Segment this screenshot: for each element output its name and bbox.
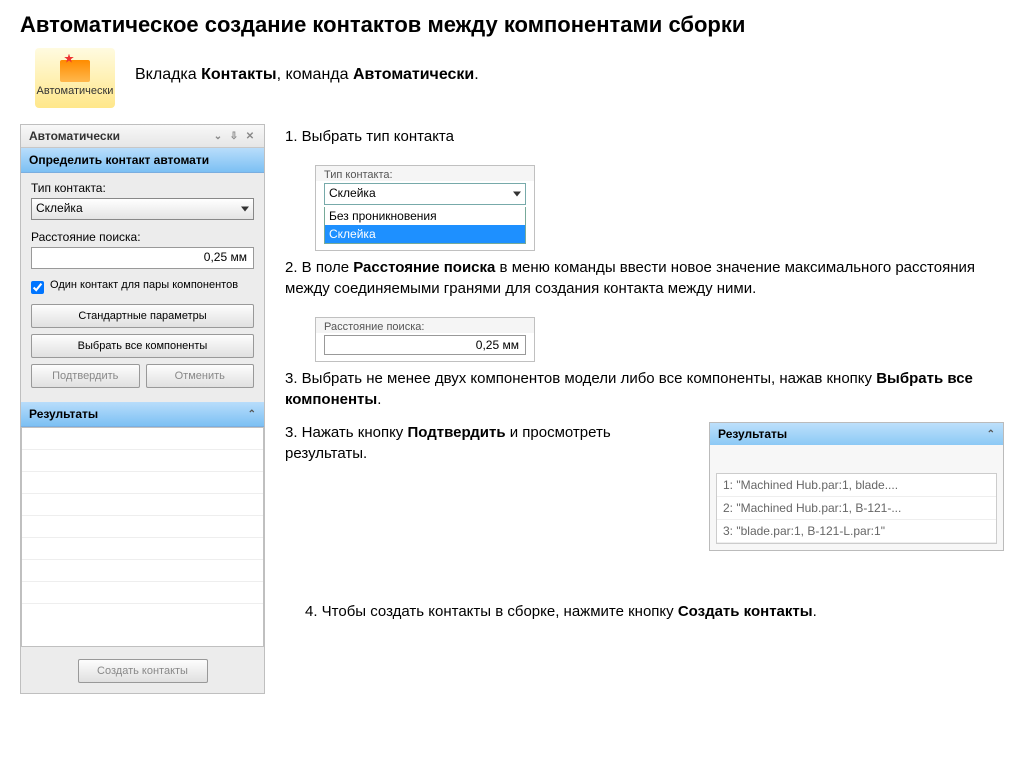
- list-item: [22, 450, 263, 472]
- standard-params-button[interactable]: Стандартные параметры: [31, 304, 254, 328]
- distance-inset-input[interactable]: 0,25 мм: [324, 335, 526, 355]
- chevron-down-icon: [241, 207, 249, 212]
- step-4: 4. Чтобы создать контакты в сборке, нажм…: [305, 601, 1004, 622]
- chevron-up-icon[interactable]: ⌃: [987, 429, 995, 440]
- panel-section-header: Определить контакт автомати: [21, 148, 264, 173]
- create-contacts-button[interactable]: Создать контакты: [78, 659, 208, 683]
- list-item: [22, 582, 263, 604]
- cancel-button[interactable]: Отменить: [146, 364, 255, 388]
- one-contact-label: Один контакт для пары компонентов: [50, 279, 238, 291]
- results-snippet-list: 1: "Machined Hub.par:1, blade.... 2: "Ma…: [716, 473, 997, 544]
- auto-toolbar-button: Автоматически: [35, 48, 115, 108]
- chevron-up-icon[interactable]: ⌃: [248, 409, 256, 420]
- step-3: 3. Выбрать не менее двух компонентов мод…: [285, 368, 1004, 410]
- results-header: Результаты ⌃: [21, 402, 264, 427]
- pin-icon[interactable]: ⇩: [228, 130, 240, 142]
- auto-button-label: Автоматически: [37, 85, 114, 97]
- confirm-button[interactable]: Подтвердить: [31, 364, 140, 388]
- auto-icon: [60, 60, 90, 82]
- close-icon[interactable]: ✕: [244, 130, 256, 142]
- list-item: [22, 428, 263, 450]
- list-item: [22, 538, 263, 560]
- results-snippet-panel: Результаты ⌃ 1: "Machined Hub.par:1, bla…: [709, 422, 1004, 551]
- contact-type-select[interactable]: Склейка: [31, 198, 254, 220]
- list-item[interactable]: 2: "Machined Hub.par:1, B-121-...: [717, 497, 996, 520]
- distance-inset-panel: Расстояние поиска: 0,25 мм: [315, 317, 535, 362]
- one-contact-checkbox[interactable]: [31, 281, 44, 294]
- list-item: [22, 472, 263, 494]
- type-label: Тип контакта:: [31, 181, 254, 195]
- step-3b: 3. Нажать кнопку Подтвердить и просмотре…: [285, 422, 694, 464]
- list-item: [22, 560, 263, 582]
- list-item: [22, 516, 263, 538]
- step-2: 2. В поле Расстояние поиска в меню коман…: [285, 257, 1004, 299]
- intro-text: Вкладка Контакты, команда Автоматически.: [135, 48, 1004, 84]
- select-all-button[interactable]: Выбрать все компоненты: [31, 334, 254, 358]
- step-1: 1. Выбрать тип контакта: [285, 126, 1004, 147]
- collapse-icon[interactable]: ⌄: [212, 130, 224, 142]
- type-inset-panel: Тип контакта: Склейка Без проникновения …: [315, 165, 535, 251]
- type-inset-select[interactable]: Склейка: [324, 183, 526, 205]
- dropdown-option[interactable]: Без проникновения: [325, 207, 525, 225]
- distance-input[interactable]: 0,25 мм: [31, 247, 254, 269]
- distance-label: Расстояние поиска:: [31, 230, 254, 244]
- type-dropdown-list: Без проникновения Склейка: [324, 207, 526, 244]
- dropdown-option-selected[interactable]: Склейка: [325, 225, 525, 243]
- results-list: [21, 427, 264, 647]
- command-panel: Автоматически ⌄ ⇩ ✕ Определить контакт а…: [20, 124, 265, 694]
- list-item[interactable]: 1: "Machined Hub.par:1, blade....: [717, 474, 996, 497]
- list-item: [22, 494, 263, 516]
- panel-title-bar: Автоматически ⌄ ⇩ ✕: [21, 125, 264, 148]
- list-item[interactable]: 3: "blade.par:1, B-121-L.par:1": [717, 520, 996, 543]
- page-title: Автоматическое создание контактов между …: [20, 12, 1004, 38]
- chevron-down-icon: [513, 192, 521, 197]
